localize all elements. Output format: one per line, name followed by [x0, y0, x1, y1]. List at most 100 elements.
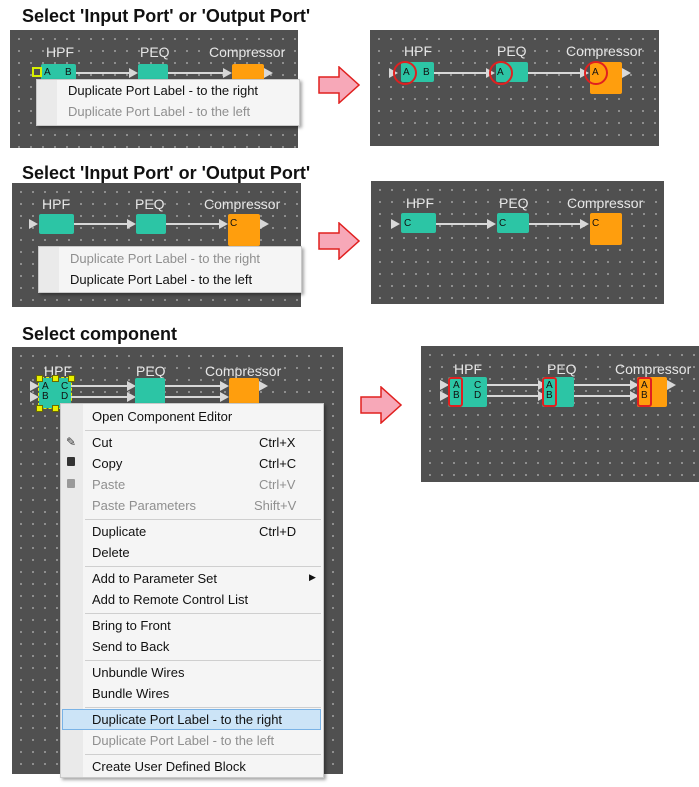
label-peq: PEQ	[140, 44, 170, 60]
menu-separator	[85, 519, 321, 520]
wire	[529, 223, 581, 225]
menu-item-delete[interactable]: Delete	[92, 545, 130, 560]
menu-item-duplicate-left[interactable]: Duplicate Port Label - to the left	[92, 733, 274, 748]
label-compressor: Compressor	[209, 44, 286, 60]
menu-item-unbundle-wires[interactable]: Unbundle Wires	[92, 665, 185, 680]
label-hpf: HPF	[42, 196, 70, 212]
label-hpf: HPF	[454, 361, 482, 377]
heading-3: Select component	[22, 324, 178, 344]
wire-arrow-icon	[391, 219, 400, 229]
pencil-icon: ✎	[66, 435, 77, 449]
wire-arrow-icon	[580, 219, 589, 229]
wire	[574, 384, 631, 386]
label-peq: PEQ	[135, 196, 165, 212]
shortcut-paste-parameters: Shift+V	[254, 498, 297, 513]
wire-arrow-icon	[264, 68, 273, 78]
hpf-block[interactable]	[39, 214, 74, 234]
selection-handle[interactable]	[52, 375, 59, 382]
highlight-ring	[584, 61, 608, 85]
wire-arrow-icon	[220, 392, 229, 402]
menu-item-open-component-editor[interactable]: Open Component Editor	[92, 409, 232, 424]
port-a[interactable]: A	[44, 68, 51, 78]
menu-item-copy[interactable]: Copy	[92, 456, 122, 471]
peq-block[interactable]	[136, 214, 166, 234]
selection-handle[interactable]	[68, 375, 75, 382]
menu-item-paste[interactable]: Paste	[92, 477, 125, 492]
wire	[76, 72, 130, 74]
selected-input-port[interactable]	[32, 67, 42, 77]
menu-item-create-user-defined-block[interactable]: Create User Defined Block	[92, 759, 246, 774]
menu-item-duplicate-right[interactable]: Duplicate Port Label - to the right	[68, 83, 258, 98]
canvas-2-after[interactable]: HPF PEQ Compressor C C C	[371, 181, 664, 304]
label-hpf: HPF	[404, 43, 432, 59]
menu-item-bundle-wires[interactable]: Bundle Wires	[92, 686, 169, 701]
wire	[71, 385, 128, 387]
port-c: C	[404, 218, 412, 229]
selection-handle[interactable]	[52, 405, 59, 412]
label-peq: PEQ	[547, 361, 577, 377]
canvas-1-after[interactable]: HPF PEQ Compressor A B A A	[370, 30, 659, 146]
menu-item-duplicate-right-highlighted[interactable]: Duplicate Port Label - to the right	[92, 712, 282, 727]
port-b[interactable]: B	[65, 68, 72, 78]
submenu-arrow-icon: ▶	[309, 572, 316, 582]
copy-icon	[67, 457, 75, 466]
wire-arrow-icon	[29, 219, 38, 229]
highlight-box	[448, 377, 463, 407]
context-menu-3: Open Component Editor ✎ Cut Ctrl+X Copy …	[60, 403, 324, 778]
menu-item-bring-to-front[interactable]: Bring to Front	[92, 618, 171, 633]
wire	[165, 385, 221, 387]
shortcut-copy: Ctrl+C	[259, 456, 297, 471]
menu-item-add-to-remote-control-list[interactable]: Add to Remote Control List	[92, 592, 248, 607]
highlight-box	[542, 377, 557, 407]
label-peq: PEQ	[497, 43, 527, 59]
menu-separator	[85, 660, 321, 661]
menu-item-add-to-parameter-set[interactable]: Add to Parameter Set	[92, 571, 217, 586]
label-hpf: HPF	[406, 195, 434, 211]
canvas-3-after[interactable]: HPF PEQ Compressor A B C D A B A B	[421, 346, 699, 482]
wire	[436, 223, 488, 225]
context-menu-1: Duplicate Port Label - to the right Dupl…	[36, 79, 300, 126]
wire-arrow-icon	[129, 68, 138, 78]
selection-handle[interactable]	[36, 405, 43, 412]
shortcut-duplicate: Ctrl+D	[259, 524, 297, 539]
highlight-box	[637, 377, 652, 407]
shortcut-paste: Ctrl+V	[259, 477, 296, 492]
label-compressor: Compressor	[205, 363, 282, 379]
menu-separator	[85, 430, 321, 431]
port-d: D	[61, 391, 69, 402]
menu-item-duplicate-right[interactable]: Duplicate Port Label - to the right	[70, 251, 260, 266]
menu-item-cut[interactable]: Cut	[92, 435, 112, 450]
label-compressor: Compressor	[615, 361, 692, 377]
heading-1: Select 'Input Port' or 'Output Port'	[22, 6, 311, 26]
right-arrow-icon	[318, 66, 360, 104]
wire-arrow-icon	[30, 392, 39, 402]
menu-separator	[85, 566, 321, 567]
menu-item-duplicate-left[interactable]: Duplicate Port Label - to the left	[68, 104, 250, 119]
menu-item-send-to-back[interactable]: Send to Back	[92, 639, 169, 654]
wire-arrow-icon	[219, 219, 228, 229]
port-c: C	[592, 218, 600, 229]
wire-arrow-icon	[220, 381, 229, 391]
port-c: C	[499, 218, 507, 229]
menu-item-duplicate[interactable]: Duplicate	[92, 524, 146, 539]
menu-gutter	[39, 247, 59, 292]
menu-item-paste-parameters[interactable]: Paste Parameters	[92, 498, 196, 513]
wire	[434, 72, 486, 74]
menu-separator	[85, 707, 321, 708]
port-d: D	[474, 390, 482, 401]
wire-arrow-icon	[223, 68, 232, 78]
wire-arrow-icon	[622, 68, 631, 78]
wire-arrow-icon	[487, 219, 496, 229]
wire-arrow-icon	[127, 219, 136, 229]
wire	[71, 396, 128, 398]
right-arrow-icon	[360, 386, 402, 424]
wire	[168, 72, 224, 74]
port-b: B	[423, 67, 430, 78]
right-arrow-icon	[318, 222, 360, 260]
wire	[528, 72, 580, 74]
shortcut-cut: Ctrl+X	[259, 435, 296, 450]
label-compressor: Compressor	[567, 195, 644, 211]
menu-item-duplicate-left[interactable]: Duplicate Port Label - to the left	[70, 272, 252, 287]
port-c[interactable]: C	[230, 219, 237, 229]
paste-icon	[67, 479, 75, 488]
